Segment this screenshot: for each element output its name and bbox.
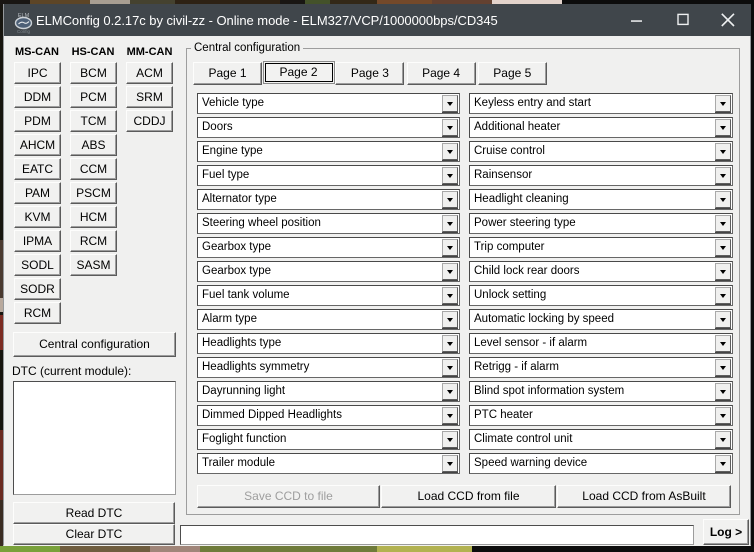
svg-text:Config: Config	[17, 29, 31, 34]
